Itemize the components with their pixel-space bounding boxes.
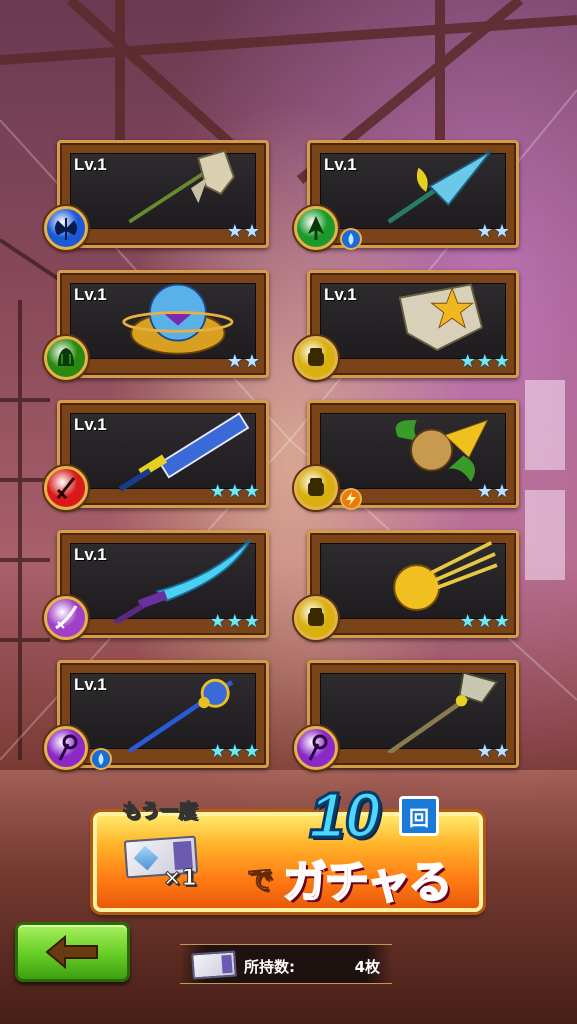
star-icon: ★ xyxy=(226,221,243,242)
lance-type-icon xyxy=(294,206,338,250)
weapon-card[interactable]: Lv.1 ★ ★ ★ xyxy=(57,660,269,768)
star-icon: ★ xyxy=(459,611,476,632)
star-icon: ★ xyxy=(493,741,510,762)
axe-type-icon xyxy=(44,206,88,250)
rarity-stars: ★ ★ ★ xyxy=(460,353,510,371)
owned-ticket-count: 所持数: 4枚 xyxy=(180,944,392,984)
sword-type-icon xyxy=(44,466,88,510)
weapon-card[interactable]: Lv.1 ★ ★ ★ xyxy=(57,530,269,638)
star-icon: ★ xyxy=(459,351,476,372)
staff-type-icon xyxy=(44,726,88,770)
star-icon: ★ xyxy=(226,351,243,372)
star-icon: ★ xyxy=(209,481,226,502)
star-icon: ★ xyxy=(209,611,226,632)
thunder-element-icon xyxy=(340,488,362,510)
rarity-stars: ★ ★ ★ xyxy=(210,483,260,501)
claw-type-icon xyxy=(44,336,88,380)
star-icon: ★ xyxy=(476,221,493,242)
rarity-stars: ★ ★ xyxy=(227,223,260,241)
back-arrow-icon xyxy=(44,935,98,969)
gacha-count: 10 xyxy=(307,778,381,853)
star-icon: ★ xyxy=(476,741,493,762)
staff-type-icon xyxy=(294,726,338,770)
weapon-card[interactable]: ★ ★ ★ xyxy=(307,530,519,638)
rarity-stars: ★ ★ ★ xyxy=(210,743,260,761)
water-element-icon xyxy=(90,748,112,770)
rarity-stars: ★ ★ xyxy=(477,483,510,501)
rarity-stars: ★ ★ ★ xyxy=(210,613,260,631)
gacha-ticket-multiplier: ×1 xyxy=(163,866,198,892)
gacha-10-again-button[interactable]: もう一度 ×1 10 回 で ガチャる xyxy=(93,778,483,912)
fist-type-icon xyxy=(294,466,338,510)
weapon-card[interactable]: Lv.1 ★ ★ xyxy=(307,140,519,248)
rarity-stars: ★ ★ xyxy=(227,353,260,371)
gacha-count-unit: 回 xyxy=(399,796,439,836)
star-icon: ★ xyxy=(476,351,493,372)
fist-type-icon xyxy=(294,336,338,380)
weapon-card[interactable]: Lv.1 ★ ★ ★ xyxy=(307,270,519,378)
gacha-de-label: で xyxy=(246,866,274,897)
star-icon: ★ xyxy=(243,221,260,242)
owned-value: 4枚 xyxy=(354,958,380,976)
weapon-card[interactable]: ★ ★ xyxy=(307,400,519,508)
star-icon: ★ xyxy=(243,611,260,632)
star-icon: ★ xyxy=(476,611,493,632)
star-icon: ★ xyxy=(243,351,260,372)
rarity-stars: ★ ★ xyxy=(477,743,510,761)
back-button[interactable] xyxy=(15,922,130,982)
weapon-card[interactable]: Lv.1 ★ ★ xyxy=(57,140,269,248)
water-element-icon xyxy=(340,228,362,250)
weapon-card[interactable]: Lv.1 ★ ★ xyxy=(57,270,269,378)
fist-type-icon xyxy=(294,596,338,640)
star-icon: ★ xyxy=(476,481,493,502)
rarity-stars: ★ ★ xyxy=(477,223,510,241)
weapon-grid: Lv.1 ★ ★ Lv.1 ★ ★ Lv.1 ★ ★ Lv.1 ★ ★ ★ Lv.1 ★ ★ ★ ★ ★ Lv.1 ★ ★… xyxy=(0,0,577,800)
star-icon: ★ xyxy=(493,481,510,502)
star-icon: ★ xyxy=(493,611,510,632)
star-icon: ★ xyxy=(243,741,260,762)
star-icon: ★ xyxy=(243,481,260,502)
ticket-icon xyxy=(191,950,237,980)
weapon-card[interactable]: ★ ★ xyxy=(307,660,519,768)
owned-label: 所持数: xyxy=(244,958,295,976)
star-icon: ★ xyxy=(493,351,510,372)
gacha-again-label: もう一度 xyxy=(121,800,198,823)
star-icon: ★ xyxy=(226,611,243,632)
rarity-stars: ★ ★ ★ xyxy=(460,613,510,631)
weapon-card[interactable]: Lv.1 ★ ★ ★ xyxy=(57,400,269,508)
gacha-action-label: ガチャる xyxy=(282,856,454,909)
star-icon: ★ xyxy=(493,221,510,242)
star-icon: ★ xyxy=(226,481,243,502)
katana-type-icon xyxy=(44,596,88,640)
star-icon: ★ xyxy=(209,741,226,762)
star-icon: ★ xyxy=(226,741,243,762)
